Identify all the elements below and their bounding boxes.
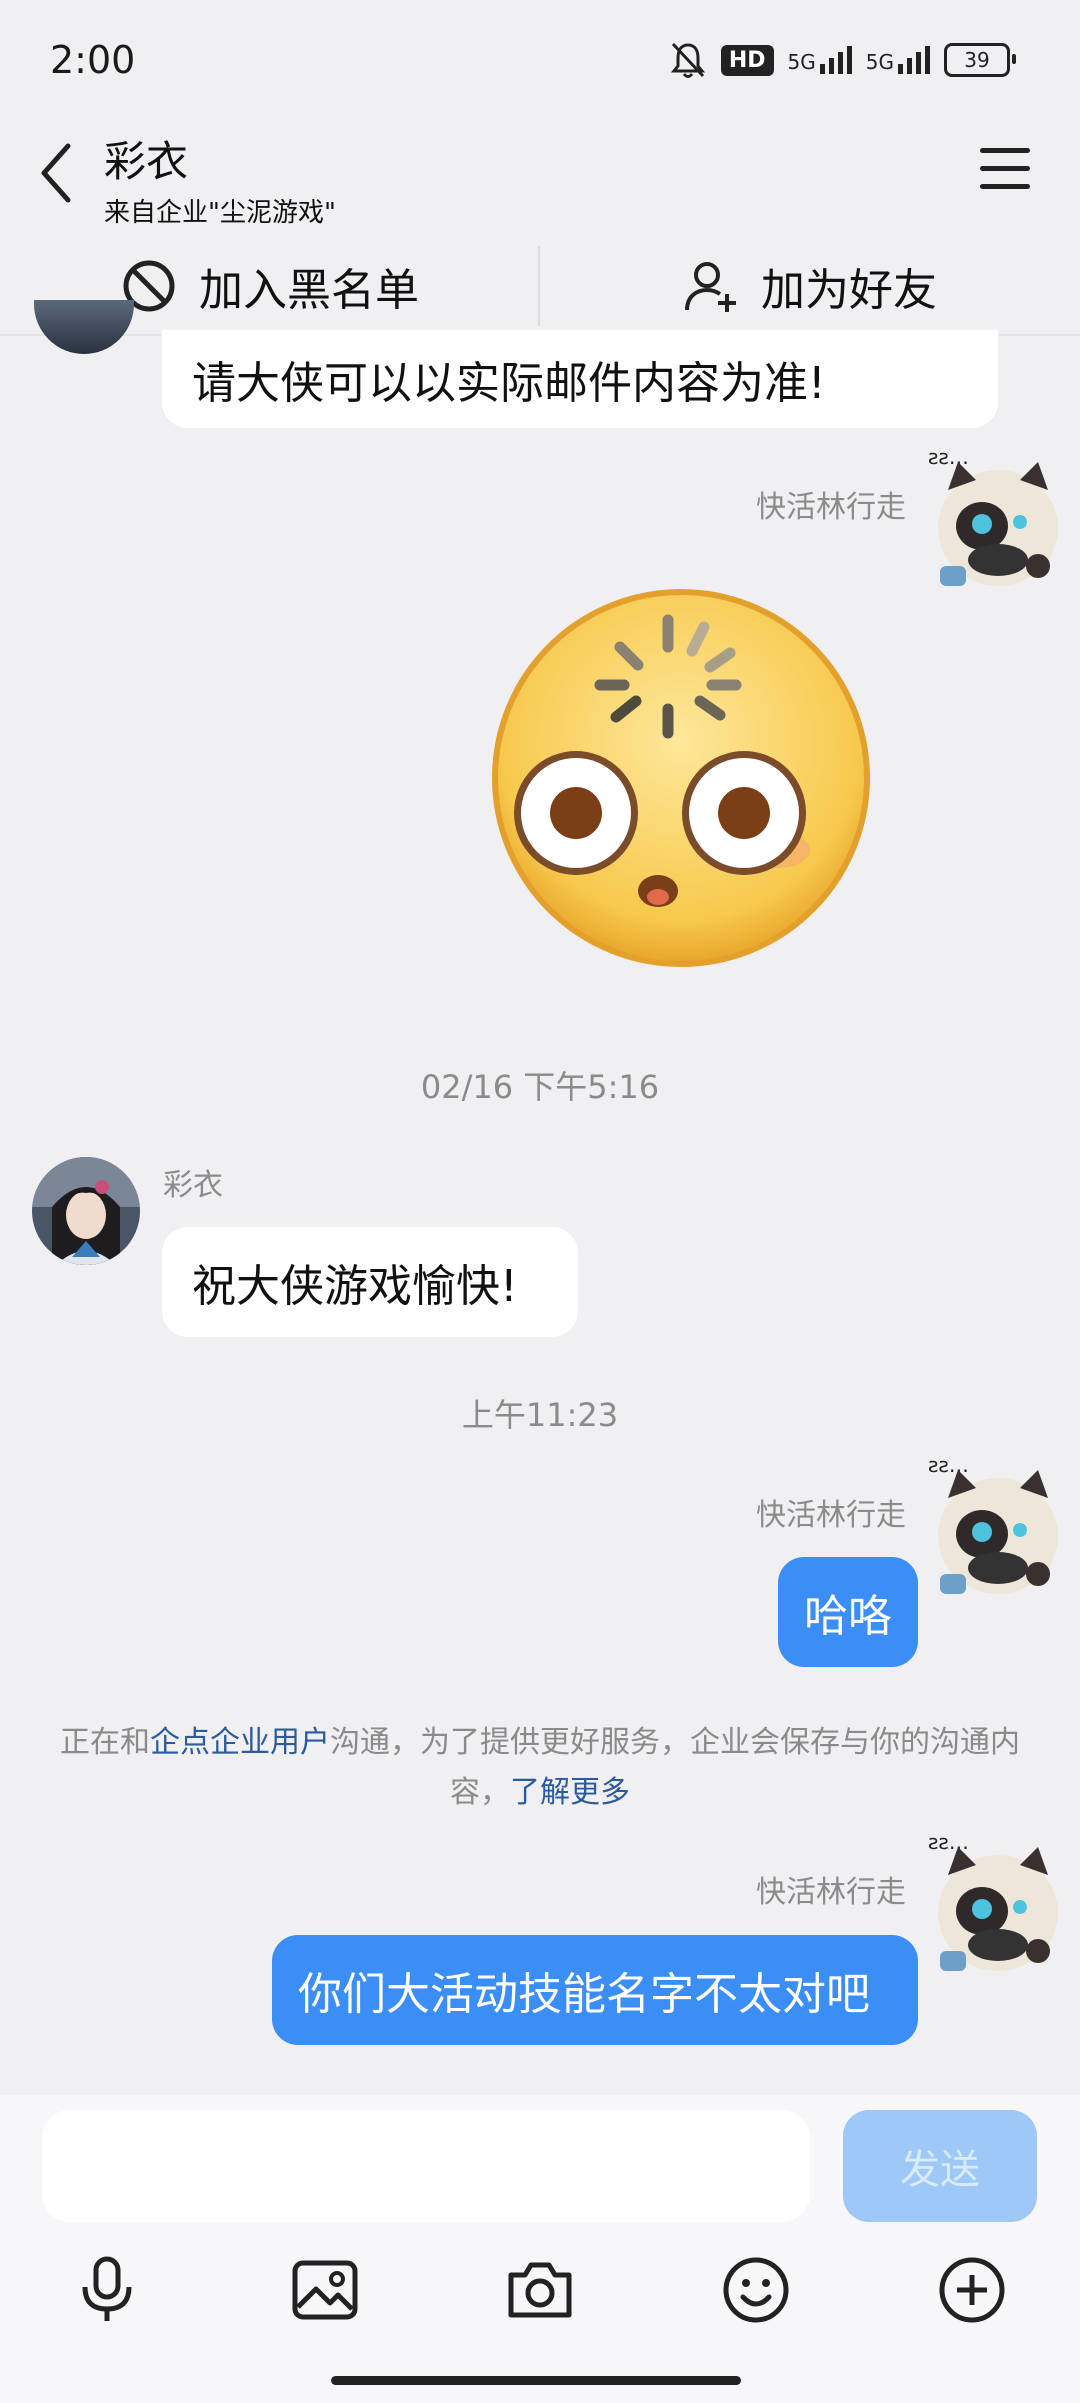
sender-name-self: 快活林行走 — [756, 490, 906, 525]
message-input[interactable] — [42, 2110, 810, 2222]
shocked-emoji-sticker[interactable] — [488, 585, 874, 971]
home-indicator[interactable] — [331, 2376, 741, 2385]
block-label: 加入黑名单 — [199, 265, 419, 316]
bell-muted-icon — [670, 42, 705, 78]
system-notice: 正在和企点企业用户沟通，为了提供更好服务，企业会保存与你的沟通内容，了解更多 — [60, 1718, 1020, 1818]
send-button[interactable]: 发送 — [843, 2110, 1037, 2222]
message-text: 请大侠可以以实际邮件内容为准! — [192, 358, 826, 409]
signal-icon: 5G — [788, 46, 852, 74]
contact-avatar[interactable] — [32, 1157, 140, 1265]
network-type-label: 5G — [787, 50, 816, 74]
camera-icon[interactable] — [505, 2255, 575, 2325]
emoji-icon[interactable] — [721, 2255, 791, 2325]
action-bar: 加入黑名单 加为好友 — [0, 238, 1080, 336]
contact-company: 来自企业"尘泥游戏" — [104, 198, 336, 228]
message-bubble-incoming[interactable]: 请大侠可以以实际邮件内容为准! — [162, 330, 998, 428]
svg-text:ƨƨ…: ƨƨ… — [928, 1830, 969, 1854]
network-type-label-2: 5G — [865, 50, 894, 74]
user-avatar-cat[interactable]: ƨƨ… — [920, 1825, 1064, 1985]
battery-icon: 39 — [944, 43, 1016, 77]
message-text: 你们大活动技能名字不太对吧 — [298, 1969, 870, 2020]
timestamp: 上午11:23 — [461, 1396, 619, 1434]
hd-badge: HD — [720, 44, 774, 76]
add-friend-button[interactable]: 加为好友 — [540, 238, 1080, 334]
svg-text:ƨƨ…: ƨƨ… — [928, 1453, 969, 1477]
image-icon[interactable] — [290, 2255, 360, 2325]
add-friend-label: 加为好友 — [761, 265, 937, 316]
contact-name: 彩衣 — [104, 137, 189, 186]
status-time: 2:00 — [50, 38, 136, 82]
learn-more-link[interactable]: 了解更多 — [510, 1775, 630, 1810]
notice-link-company-user[interactable]: 企点企业用户 — [150, 1725, 330, 1760]
message-bubble-outgoing[interactable]: 哈咯 — [778, 1557, 918, 1667]
status-icons: HD 5G 5G 39 — [669, 40, 1016, 80]
user-avatar-cat[interactable]: ƨƨ… — [920, 440, 1064, 600]
notice-text: 正在和 — [60, 1725, 150, 1760]
message-text: 哈咯 — [804, 1591, 892, 1642]
signal-icon-2: 5G — [866, 46, 930, 74]
sender-name-self: 快活林行走 — [756, 1875, 906, 1910]
action-divider — [538, 246, 540, 326]
menu-icon[interactable] — [980, 148, 1030, 190]
notice-text: 沟通，为了提供更好服务，企业会保存与你的沟通内容， — [330, 1725, 1020, 1810]
microphone-icon[interactable] — [72, 2255, 142, 2325]
add-user-icon — [685, 262, 736, 312]
message-text: 祝大侠游戏愉快! — [192, 1261, 518, 1312]
timestamp: 02/16 下午5:16 — [420, 1068, 660, 1106]
svg-text:ƨƨ…: ƨƨ… — [928, 445, 969, 469]
sender-name-self: 快活林行走 — [756, 1498, 906, 1533]
user-avatar-cat[interactable]: ƨƨ… — [920, 1448, 1064, 1608]
back-arrow-icon[interactable] — [34, 138, 84, 208]
message-bubble-outgoing[interactable]: 你们大活动技能名字不太对吧 — [272, 1935, 918, 2045]
sender-name-contact: 彩衣 — [163, 1168, 223, 1203]
contact-avatar-partial[interactable] — [34, 300, 134, 354]
message-bubble-incoming[interactable]: 祝大侠游戏愉快! — [162, 1227, 578, 1337]
plus-icon[interactable] — [937, 2255, 1007, 2325]
